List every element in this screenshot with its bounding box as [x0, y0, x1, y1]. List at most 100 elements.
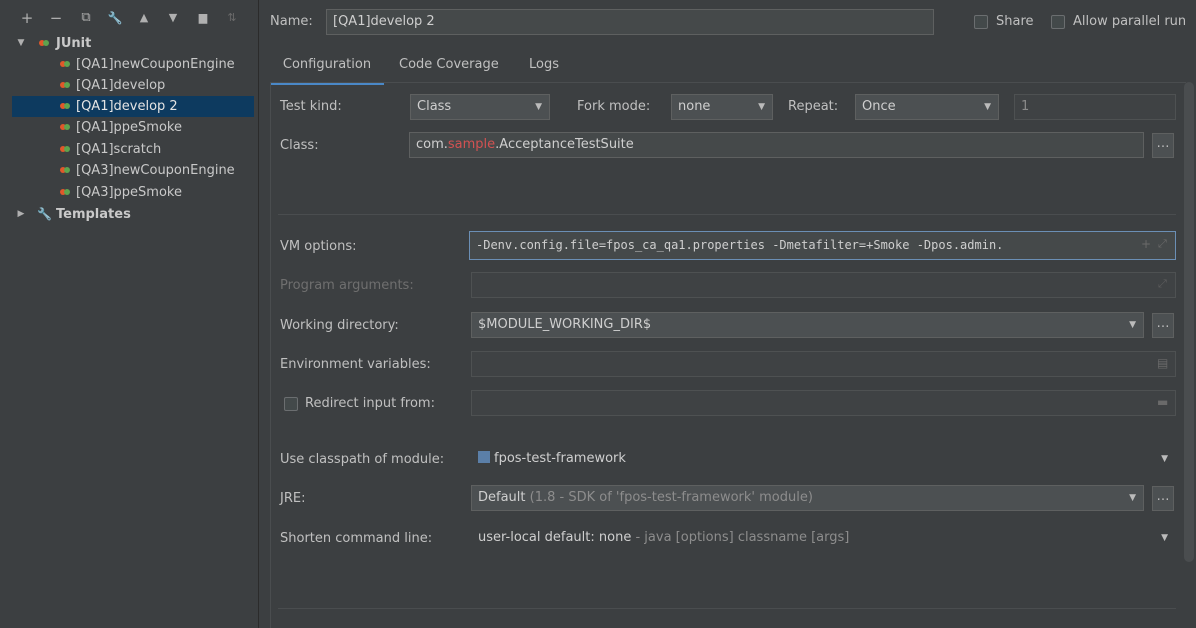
test-kind-value: Class: [417, 99, 452, 114]
tree-item[interactable]: [QA3]newCouponEngine: [0, 160, 258, 181]
repeat-value: Once: [862, 99, 896, 114]
tree-item-label: [QA3]ppeSmoke: [76, 185, 182, 200]
junit-icon: [60, 187, 70, 197]
expand-arrow-icon[interactable]: ▶: [16, 204, 26, 225]
fork-mode-label: Fork mode:: [577, 99, 651, 114]
redirect-input-field[interactable]: [471, 390, 1176, 416]
separator: [278, 608, 1176, 609]
vm-options-label: VM options:: [280, 239, 357, 254]
move-down-icon[interactable]: ▼: [164, 9, 182, 27]
tree-item-label: [QA1]ppeSmoke: [76, 120, 182, 135]
fork-mode-value: none: [678, 99, 711, 114]
junit-icon: [60, 165, 70, 175]
class-value-suffix: .AcceptanceTestSuite: [495, 137, 634, 152]
share-checkbox[interactable]: [974, 15, 988, 29]
program-arguments-input[interactable]: [471, 272, 1176, 298]
chevron-down-icon: ▼: [1129, 320, 1136, 330]
folder-icon[interactable]: ▬: [1157, 395, 1168, 409]
wrench-icon: 🔧: [37, 207, 52, 221]
classpath-module-select[interactable]: fpos-test-framework ▼: [471, 446, 1176, 472]
move-up-icon[interactable]: ▲: [135, 9, 153, 27]
tree-group-junit[interactable]: ▼ JUnit: [0, 33, 258, 54]
list-edit-icon[interactable]: ▤: [1157, 356, 1168, 370]
junit-icon: [39, 38, 49, 48]
repeat-select[interactable]: Once ▼: [855, 94, 999, 120]
redirect-input-checkbox[interactable]: [284, 397, 298, 411]
tree-item[interactable]: [QA3]ppeSmoke: [0, 182, 258, 203]
copy-icon[interactable]: ⧉: [77, 9, 95, 27]
shorten-value: user-local default: none: [478, 530, 632, 545]
junit-icon: [60, 122, 70, 132]
wrench-icon[interactable]: 🔧: [106, 9, 124, 27]
repeat-count-input[interactable]: 1: [1014, 94, 1176, 120]
classpath-module-value: fpos-test-framework: [494, 451, 626, 466]
vm-options-value: -Denv.config.file=fpos_ca_qa1.properties…: [476, 238, 1004, 252]
repeat-label: Repeat:: [788, 99, 839, 114]
jre-label: JRE:: [280, 491, 306, 506]
tree-group-label: Templates: [56, 207, 131, 222]
jre-value: Default: [478, 490, 526, 505]
expand-icon[interactable]: ⤢: [1158, 237, 1167, 251]
vm-options-input[interactable]: -Denv.config.file=fpos_ca_qa1.properties…: [469, 231, 1176, 260]
chevron-down-icon: ▼: [1161, 454, 1168, 464]
classpath-module-label: Use classpath of module:: [280, 452, 445, 467]
tree-item[interactable]: [QA1]scratch: [0, 139, 258, 160]
tab-code-coverage[interactable]: Code Coverage: [399, 56, 499, 82]
test-kind-label: Test kind:: [280, 99, 342, 114]
folder-icon[interactable]: ▆: [194, 9, 212, 27]
browse-class-button[interactable]: …: [1152, 133, 1174, 158]
tree-group-templates[interactable]: ▶ 🔧 Templates: [0, 204, 258, 225]
environment-variables-input[interactable]: [471, 351, 1176, 377]
scrollbar[interactable]: [1184, 82, 1194, 562]
configurations-panel: + − ⧉ 🔧 ▲ ▼ ▆ ⇅ ▼ JUnit [QA1]newCouponEn…: [0, 0, 258, 628]
redirect-input-label: Redirect input from:: [305, 396, 435, 411]
browse-jre-button[interactable]: …: [1152, 486, 1174, 511]
jre-detail: (1.8 - SDK of 'fpos-test-framework' modu…: [529, 490, 813, 505]
chevron-down-icon: ▼: [1129, 493, 1136, 503]
class-label: Class:: [280, 138, 319, 153]
expand-arrow-icon[interactable]: ▼: [16, 33, 26, 54]
tree-item-label: [QA3]newCouponEngine: [76, 163, 235, 178]
chevron-down-icon: ▼: [1161, 533, 1168, 543]
jre-select[interactable]: Default (1.8 - SDK of 'fpos-test-framewo…: [471, 485, 1144, 511]
junit-icon: [60, 144, 70, 154]
add-icon[interactable]: +: [1141, 237, 1151, 251]
allow-parallel-label: Allow parallel run: [1073, 14, 1187, 29]
tab-logs[interactable]: Logs: [529, 56, 559, 82]
shorten-detail: - java [options] classname [args]: [635, 530, 850, 545]
junit-icon: [60, 59, 70, 69]
tree-item-selected[interactable]: [QA1]develop 2: [12, 96, 254, 117]
tree-item-label: [QA1]scratch: [76, 142, 162, 157]
tree-item-label: [QA1]newCouponEngine: [76, 57, 235, 72]
share-label: Share: [996, 14, 1034, 29]
tab-configuration[interactable]: Configuration: [270, 56, 384, 85]
working-directory-select[interactable]: $MODULE_WORKING_DIR$ ▼: [471, 312, 1144, 338]
expand-icon[interactable]: ⤢: [1158, 277, 1167, 291]
tree-item[interactable]: [QA1]ppeSmoke: [0, 117, 258, 138]
shorten-command-line-select[interactable]: user-local default: none - java [options…: [471, 525, 1176, 551]
program-arguments-label: Program arguments:: [280, 278, 414, 293]
panel-divider[interactable]: [258, 0, 259, 628]
sort-icon[interactable]: ⇅: [223, 9, 241, 27]
remove-icon[interactable]: −: [47, 9, 65, 27]
tree-item[interactable]: [QA1]develop: [0, 75, 258, 96]
tree-group-label: JUnit: [56, 36, 92, 51]
chevron-down-icon: ▼: [758, 102, 765, 112]
test-kind-select[interactable]: Class ▼: [410, 94, 550, 120]
shorten-command-line-label: Shorten command line:: [280, 531, 433, 546]
chevron-down-icon: ▼: [535, 102, 542, 112]
tree-item-label: [QA1]develop: [76, 78, 166, 93]
environment-variables-label: Environment variables:: [280, 357, 431, 372]
working-directory-value: $MODULE_WORKING_DIR$: [478, 317, 652, 332]
name-input[interactable]: [QA1]develop 2: [326, 9, 934, 35]
allow-parallel-checkbox[interactable]: [1051, 15, 1065, 29]
separator: [278, 214, 1176, 215]
module-icon: [478, 451, 490, 463]
class-input[interactable]: com.sample.AcceptanceTestSuite: [409, 132, 1144, 158]
tree-item[interactable]: [QA1]newCouponEngine: [0, 54, 258, 75]
add-icon[interactable]: +: [18, 9, 36, 27]
junit-icon: [60, 80, 70, 90]
working-directory-label: Working directory:: [280, 318, 399, 333]
fork-mode-select[interactable]: none ▼: [671, 94, 773, 120]
browse-directory-button[interactable]: …: [1152, 313, 1174, 338]
